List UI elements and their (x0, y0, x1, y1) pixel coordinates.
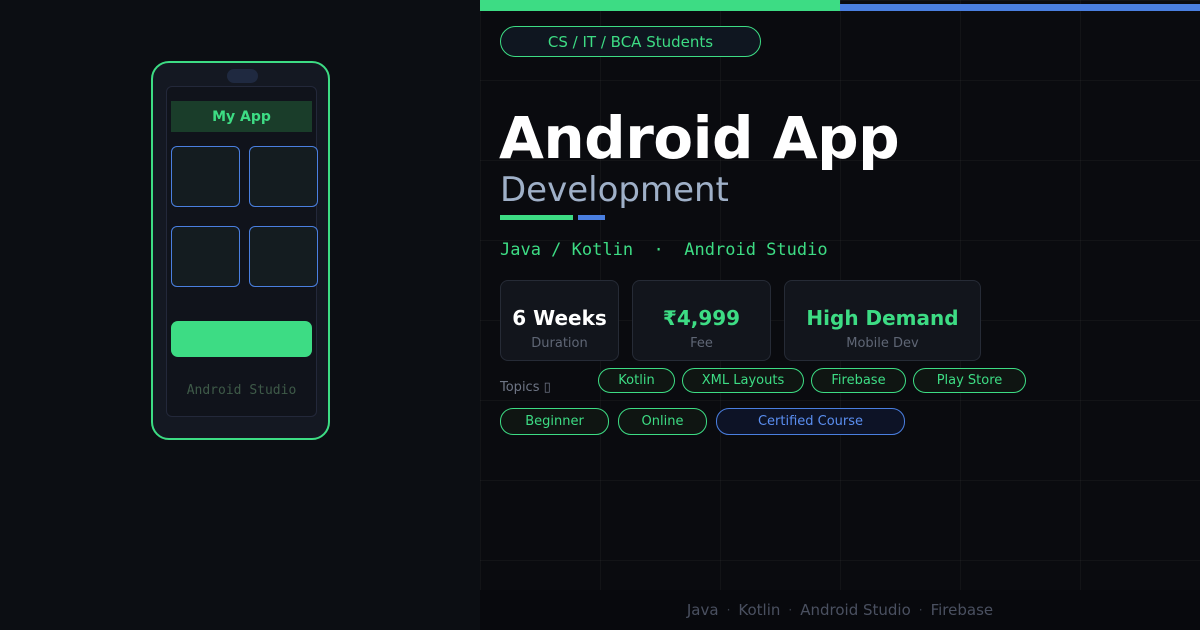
footer-separator: · (918, 603, 923, 617)
stat-value: ₹4,999 (662, 306, 741, 330)
stat-card-demand: High Demand Mobile Dev (784, 280, 981, 361)
footer-item: Firebase (930, 601, 994, 619)
tech-item: Java / Kotlin (500, 240, 634, 260)
tech-separator: · (653, 240, 664, 260)
stat-label: Duration (531, 336, 588, 351)
phone-button (171, 321, 312, 357)
top-accent-bar-green (480, 0, 840, 11)
footer-separator: · (726, 603, 731, 617)
page-subtitle: Development (500, 170, 729, 210)
phone-screen: My App Android Studio (166, 86, 318, 417)
stat-value: 6 Weeks (512, 306, 607, 330)
phone-tile (249, 146, 318, 207)
phone-notch (227, 69, 258, 83)
phone-tile (171, 226, 240, 287)
stat-label: Mobile Dev (846, 336, 919, 351)
title-underline-blue (578, 215, 605, 220)
topic-chip-firebase[interactable]: Firebase (811, 368, 906, 393)
stat-card-duration: 6 Weeks Duration (500, 280, 619, 361)
top-accent-bar-blue (840, 4, 1200, 11)
phone-caption: Android Studio (186, 383, 297, 398)
topic-chip-play-store[interactable]: Play Store (913, 368, 1026, 393)
tag-certified-course[interactable]: Certified Course (716, 408, 905, 435)
tag-online[interactable]: Online (618, 408, 707, 435)
audience-badge: CS / IT / BCA Students (500, 26, 761, 57)
phone-tile (171, 146, 240, 207)
footer-item: Java (686, 601, 719, 619)
footer-item: Kotlin (738, 601, 781, 619)
footer-item: Android Studio (800, 601, 911, 619)
topic-chip-kotlin[interactable]: Kotlin (598, 368, 675, 393)
stat-card-fee: ₹4,999 Fee (632, 280, 771, 361)
phone-illustration: My App Android Studio (151, 61, 330, 440)
phone-app-bar: My App (171, 101, 312, 132)
footer-separator: · (788, 603, 793, 617)
tag-beginner[interactable]: Beginner (500, 408, 609, 435)
tech-stack-line: Java / Kotlin · Android Studio (500, 240, 828, 260)
arrow-icon: ▯ (543, 380, 551, 395)
stat-value: High Demand (806, 306, 959, 330)
phone-tile (249, 226, 318, 287)
topics-label: Topics ▯ (500, 380, 551, 395)
footer-tech-list: Java · Kotlin · Android Studio · Firebase (480, 590, 1200, 630)
title-underline-green (500, 215, 573, 220)
stat-label: Fee (690, 336, 713, 351)
topic-chip-xml-layouts[interactable]: XML Layouts (682, 368, 804, 393)
page-title: Android App (499, 104, 900, 172)
tech-item: Android Studio (684, 240, 828, 260)
